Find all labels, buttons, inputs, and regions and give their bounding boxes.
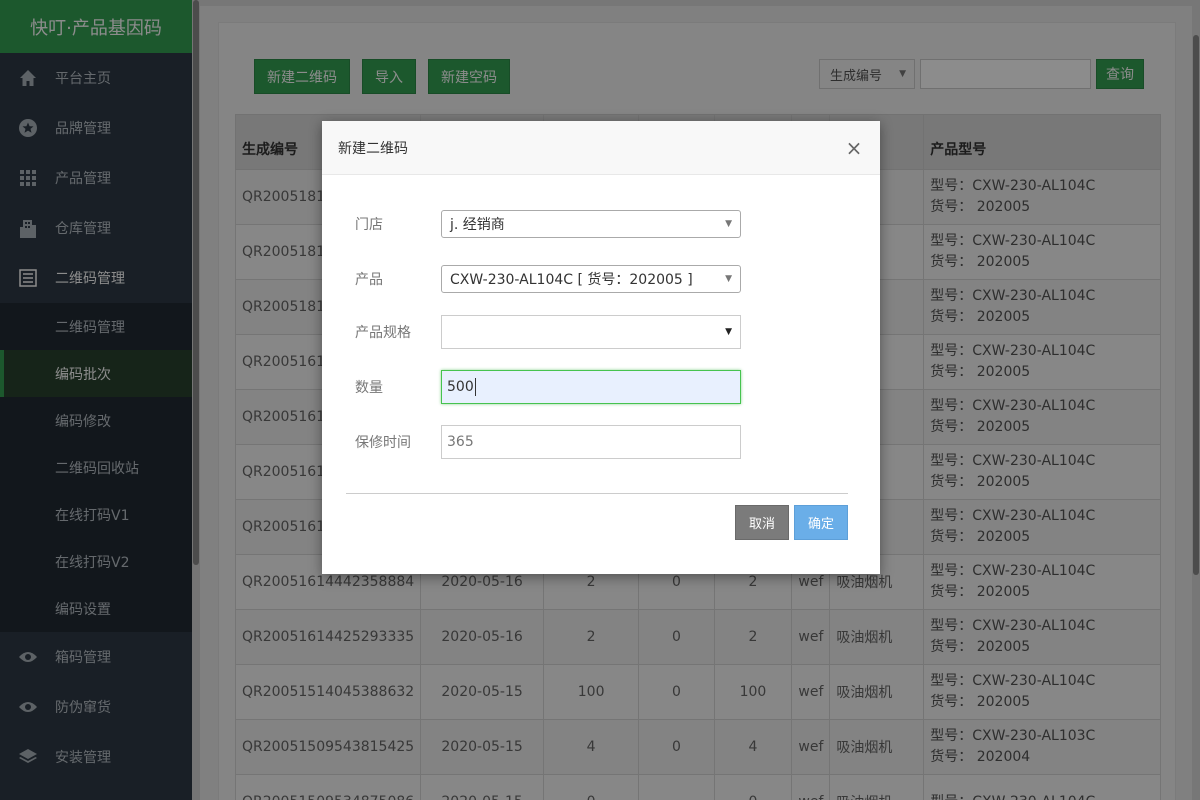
warranty-label: 保修时间 xyxy=(355,435,411,451)
spec-label: 产品规格 xyxy=(355,325,411,341)
warranty-input[interactable]: 365 xyxy=(441,425,741,459)
dialog-header: 新建二维码 × xyxy=(322,121,880,175)
product-row: 产品 CXW-230-AL104C [ 货号：202005 ] ▼ xyxy=(355,265,741,293)
store-value: j. 经销商 xyxy=(450,217,505,233)
store-label: 门店 xyxy=(355,217,383,233)
confirm-button[interactable]: 确定 xyxy=(794,505,848,540)
store-row: 门店 j. 经销商 ▼ xyxy=(355,210,741,238)
quantity-label: 数量 xyxy=(355,380,383,396)
dialog-divider xyxy=(346,493,848,494)
dialog-footer: 取消 确定 xyxy=(735,505,848,540)
product-select[interactable]: CXW-230-AL104C [ 货号：202005 ] ▼ xyxy=(441,265,741,293)
quantity-row: 数量 500 xyxy=(355,370,741,404)
chevron-down-icon: ▼ xyxy=(725,219,732,229)
spec-row: 产品规格 ▼ xyxy=(355,315,741,349)
chevron-down-icon: ▼ xyxy=(725,327,732,337)
product-label: 产品 xyxy=(355,272,383,288)
quantity-value: 500 xyxy=(447,379,474,395)
store-select[interactable]: j. 经销商 ▼ xyxy=(441,210,741,238)
quantity-input[interactable]: 500 xyxy=(441,370,741,404)
new-qrcode-dialog: 新建二维码 × 门店 j. 经销商 ▼ 产品 CXW-230-AL104C [ … xyxy=(322,121,880,574)
dialog-title: 新建二维码 xyxy=(338,140,408,157)
product-value: CXW-230-AL104C [ 货号：202005 ] xyxy=(450,272,693,288)
spec-select[interactable]: ▼ xyxy=(441,315,741,349)
warranty-row: 保修时间 365 xyxy=(355,425,741,459)
cancel-button[interactable]: 取消 xyxy=(735,505,789,540)
chevron-down-icon: ▼ xyxy=(725,274,732,284)
text-cursor xyxy=(474,378,476,396)
warranty-value: 365 xyxy=(447,434,474,450)
close-icon[interactable]: × xyxy=(844,136,864,160)
